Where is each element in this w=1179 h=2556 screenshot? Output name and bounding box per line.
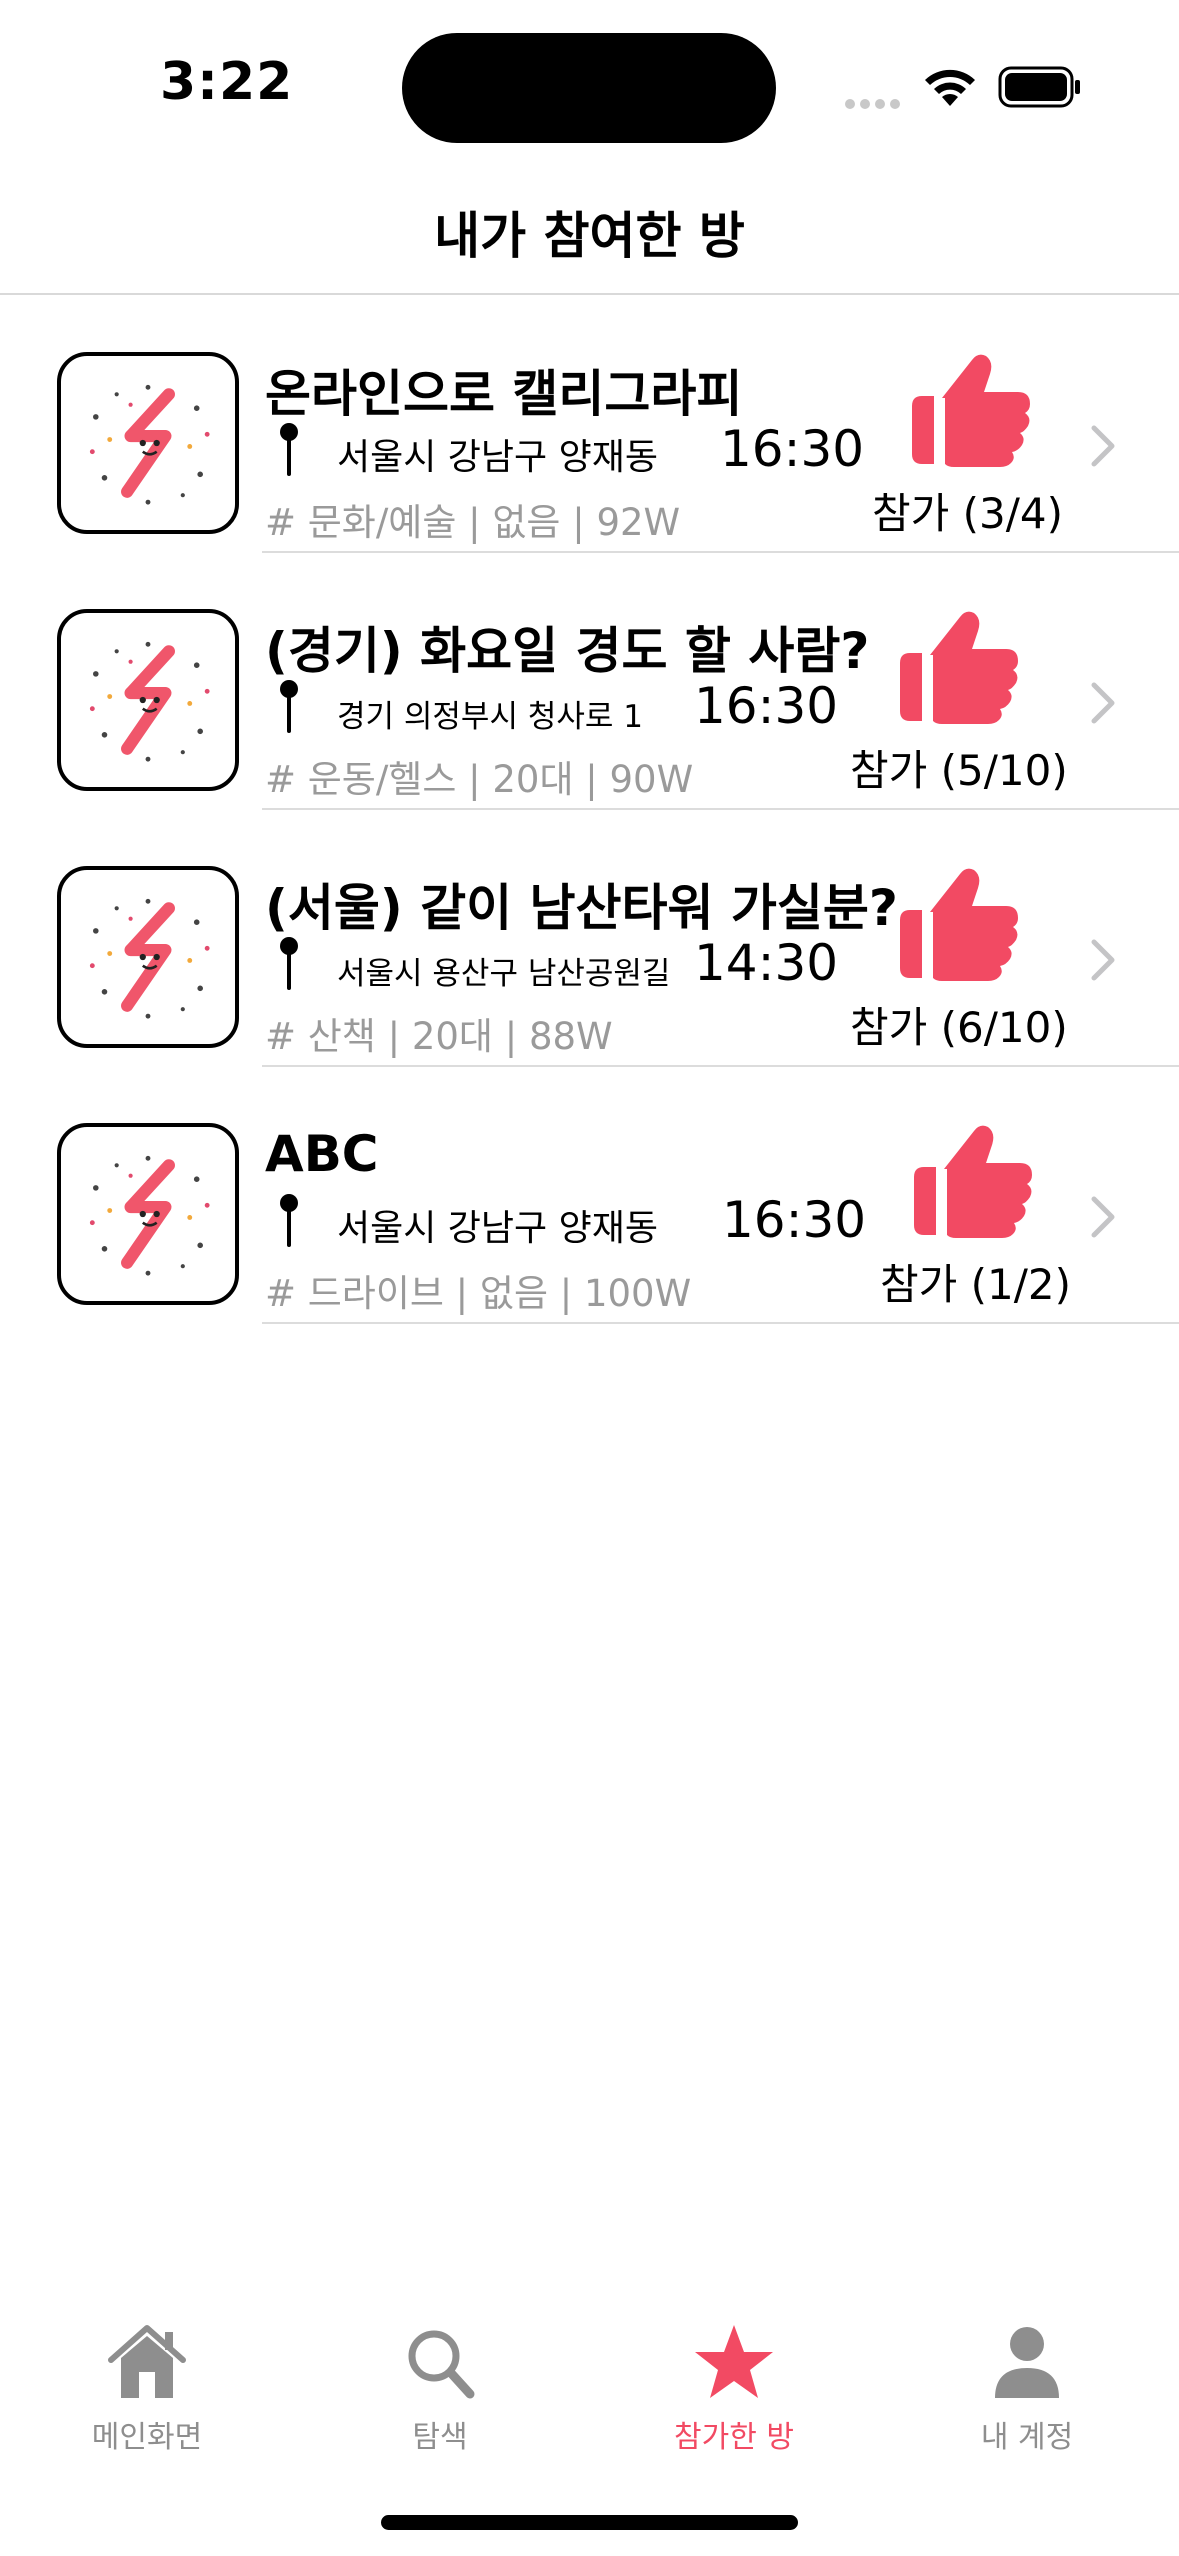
home-icon <box>108 2325 186 2398</box>
participant-count: 참가 (3/4) <box>872 489 1063 538</box>
room-title: (경기) 화요일 경도 할 사람? <box>265 622 870 680</box>
app-logo-icon <box>89 1155 210 1276</box>
participant-count: 참가 (1/2) <box>880 1260 1071 1309</box>
location-pin-icon <box>280 680 298 733</box>
room-title: 온라인으로 캘리그라피 <box>265 365 743 423</box>
participant-count: 참가 (6/10) <box>850 1003 1068 1052</box>
tab-my-account[interactable]: 내 계정 <box>917 2322 1137 2472</box>
room-time: 16:30 <box>720 420 865 478</box>
star-icon <box>695 2325 773 2398</box>
room-thumbnail <box>57 1123 239 1305</box>
thumbs-up-icon <box>900 611 1018 724</box>
room-row[interactable]: 온라인으로 캘리그라피 서울시 강남구 양재동 16:30 # 문화/예술 | … <box>0 296 1179 553</box>
chevron-right-icon[interactable] <box>1090 1195 1116 1239</box>
room-thumbnail <box>57 866 239 1048</box>
tab-home[interactable]: 메인화면 <box>37 2322 257 2472</box>
chevron-right-icon[interactable] <box>1090 681 1116 725</box>
chevron-right-icon[interactable] <box>1090 938 1116 982</box>
room-title: (서울) 같이 남산타워 가실분? <box>265 879 898 937</box>
tab-label: 메인화면 <box>91 2420 203 2455</box>
app-logo-icon <box>89 898 210 1019</box>
home-indicator[interactable] <box>381 2515 798 2530</box>
room-row[interactable]: (서울) 같이 남산타워 가실분? 서울시 용산구 남산공원길 14:30 # … <box>0 810 1179 1067</box>
row-divider <box>262 1322 1179 1324</box>
wifi-icon <box>925 69 975 106</box>
location-pin-icon <box>280 423 298 476</box>
room-row[interactable]: ABC 서울시 강남구 양재동 16:30 # 드라이브 | 없음 | 100W… <box>0 1067 1179 1324</box>
room-time: 14:30 <box>694 934 839 992</box>
room-location: 서울시 용산구 남산공원길 <box>337 956 671 992</box>
room-tags: # 산책 | 20대 | 88W <box>265 1015 613 1058</box>
chevron-right-icon[interactable] <box>1090 424 1116 468</box>
tab-label: 내 계정 <box>980 2420 1074 2455</box>
room-location: 서울시 강남구 양재동 <box>337 437 658 478</box>
room-thumbnail <box>57 352 239 534</box>
cellular-signal-icon <box>845 94 905 113</box>
room-location: 경기 의정부시 청사로 1 <box>337 699 643 735</box>
room-tags: # 드라이브 | 없음 | 100W <box>265 1272 692 1315</box>
dynamic-island <box>402 33 776 143</box>
person-icon <box>995 2327 1059 2398</box>
page-title: 내가 참여한 방 <box>434 207 745 265</box>
location-pin-icon <box>280 937 298 990</box>
room-time: 16:30 <box>722 1191 867 1249</box>
search-icon <box>408 2330 475 2399</box>
app-logo-icon <box>89 641 210 762</box>
tab-joined-rooms[interactable]: 참가한 방 <box>624 2322 844 2472</box>
thumbs-up-icon <box>914 1125 1032 1238</box>
room-row[interactable]: (경기) 화요일 경도 할 사람? 경기 의정부시 청사로 1 16:30 # … <box>0 553 1179 810</box>
app-logo-icon <box>89 384 210 505</box>
room-location: 서울시 강남구 양재동 <box>337 1208 658 1249</box>
room-tags: # 운동/헬스 | 20대 | 90W <box>265 758 694 801</box>
tab-label: 탐색 <box>412 2420 468 2455</box>
thumbs-up-icon <box>900 868 1018 981</box>
navigation-bar: 내가 참여한 방 <box>0 160 1179 295</box>
tab-label: 참가한 방 <box>674 2420 794 2455</box>
participant-count: 참가 (5/10) <box>850 746 1068 795</box>
thumbs-up-icon <box>912 354 1030 467</box>
location-pin-icon <box>280 1194 298 1247</box>
status-bar: 3:22 <box>0 0 1179 160</box>
status-time: 3:22 <box>160 52 294 112</box>
room-tags: # 문화/예술 | 없음 | 92W <box>265 501 681 544</box>
tab-search[interactable]: 탐색 <box>330 2322 550 2472</box>
room-time: 16:30 <box>694 677 839 735</box>
battery-icon <box>998 66 1080 108</box>
room-list: 온라인으로 캘리그라피 서울시 강남구 양재동 16:30 # 문화/예술 | … <box>0 296 1179 1324</box>
room-title: ABC <box>265 1125 379 1183</box>
room-thumbnail <box>57 609 239 791</box>
